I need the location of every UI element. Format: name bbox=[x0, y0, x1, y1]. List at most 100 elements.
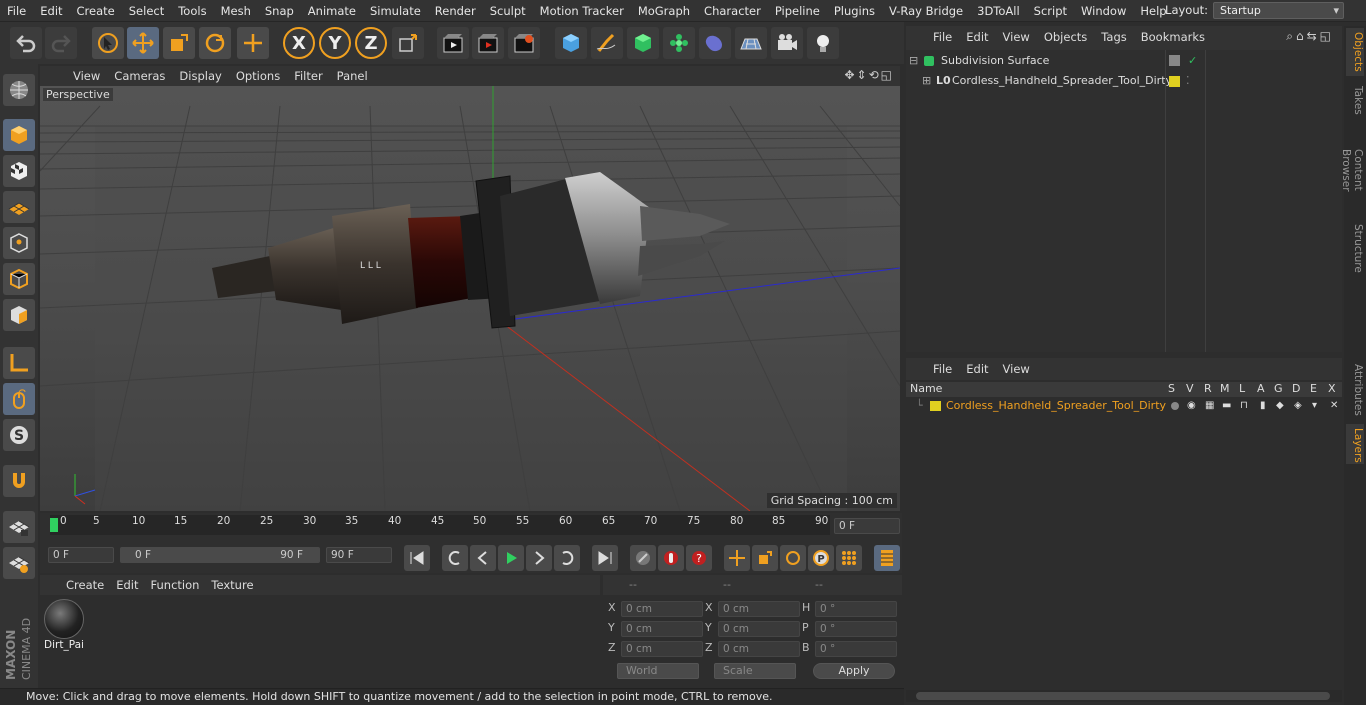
viewport-menu-display[interactable]: Display bbox=[172, 69, 228, 83]
object-row[interactable]: ⊟ Subdivision Surface ✓ bbox=[906, 52, 1342, 70]
redo-icon[interactable] bbox=[45, 27, 77, 59]
texture-mode-icon[interactable] bbox=[3, 155, 35, 187]
coord-scale-select[interactable]: Scale bbox=[714, 663, 796, 679]
menu-sculpt[interactable]: Sculpt bbox=[483, 4, 533, 18]
start-frame-field[interactable]: 0 F bbox=[48, 547, 114, 563]
timeline-window-icon[interactable] bbox=[874, 545, 900, 571]
key-parameter-icon[interactable]: P bbox=[808, 545, 834, 571]
rotate-tool-icon[interactable] bbox=[199, 27, 231, 59]
frame-range-slider[interactable]: 0 F 90 F bbox=[120, 547, 320, 563]
deformer-icon[interactable] bbox=[699, 27, 731, 59]
menu-select[interactable]: Select bbox=[122, 4, 171, 18]
expression-icon[interactable]: ▾ bbox=[1312, 398, 1317, 414]
next-keyframe-icon[interactable] bbox=[554, 545, 580, 571]
col-animation[interactable]: A bbox=[1257, 382, 1265, 395]
render-clapper-icon[interactable]: ▦ bbox=[1205, 398, 1214, 414]
render-picture-viewer-icon[interactable] bbox=[472, 27, 504, 59]
size-z-field[interactable]: 0 cm bbox=[718, 641, 800, 657]
object-menu-bookmarks[interactable]: Bookmarks bbox=[1134, 30, 1212, 44]
view-eye-icon[interactable]: ◉ bbox=[1187, 398, 1196, 414]
menu-script[interactable]: Script bbox=[1027, 4, 1074, 18]
material-menu-edit[interactable]: Edit bbox=[110, 578, 144, 592]
workplane-mode-icon[interactable] bbox=[3, 191, 35, 223]
col-locked[interactable]: L bbox=[1239, 382, 1245, 395]
layer-row[interactable]: └ Cordless_Handheld_Spreader_Tool_Dirty … bbox=[906, 398, 1342, 414]
floor-scene-icon[interactable] bbox=[735, 27, 767, 59]
coordinate-system-icon[interactable] bbox=[392, 27, 424, 59]
menu-motion-tracker[interactable]: Motion Tracker bbox=[533, 4, 631, 18]
layer-menu-view[interactable]: View bbox=[996, 362, 1037, 376]
material-menu-function[interactable]: Function bbox=[145, 578, 206, 592]
viewport-menu-view[interactable]: View bbox=[66, 69, 107, 83]
layout-select[interactable]: Startup bbox=[1213, 2, 1344, 19]
menu-edit[interactable]: Edit bbox=[33, 4, 69, 18]
axis-mode-icon[interactable] bbox=[3, 347, 35, 379]
position-z-field[interactable]: 0 cm bbox=[621, 641, 703, 657]
object-search-icon[interactable]: ⌕⌂⇆◱ bbox=[1286, 29, 1334, 44]
tab-layers[interactable]: Layers bbox=[1346, 424, 1364, 464]
coord-system-select[interactable]: World bbox=[617, 663, 699, 679]
menu-3dtoall[interactable]: 3DToAll bbox=[970, 4, 1027, 18]
tree-expand-icon[interactable]: ⊞ bbox=[922, 72, 931, 90]
col-xref[interactable]: X bbox=[1328, 382, 1336, 395]
live-selection-icon[interactable] bbox=[92, 27, 124, 59]
menu-plugins[interactable]: Plugins bbox=[827, 4, 882, 18]
animation-film-icon[interactable]: ▮ bbox=[1260, 398, 1266, 414]
edges-mode-icon[interactable] bbox=[3, 263, 35, 295]
size-y-field[interactable]: 0 cm bbox=[718, 621, 800, 637]
tweak-mode-icon[interactable] bbox=[3, 383, 35, 415]
apply-button[interactable]: Apply bbox=[813, 663, 895, 679]
workplane-snap-icon[interactable] bbox=[3, 547, 35, 579]
tab-content-browser[interactable]: Content Browser bbox=[1340, 124, 1364, 216]
menu-pipeline[interactable]: Pipeline bbox=[768, 4, 827, 18]
axis-z-button[interactable]: Z bbox=[355, 27, 387, 59]
object-name[interactable]: Subdivision Surface bbox=[941, 52, 1049, 70]
position-x-field[interactable]: 0 cm bbox=[621, 601, 703, 617]
rotation-p-field[interactable]: 0 ° bbox=[815, 621, 897, 637]
object-menu-objects[interactable]: Objects bbox=[1037, 30, 1094, 44]
workplane-lock-icon[interactable] bbox=[3, 511, 35, 543]
scrollbar-thumb[interactable] bbox=[916, 692, 1330, 700]
object-menu-tags[interactable]: Tags bbox=[1094, 30, 1133, 44]
viewport-menu-panel[interactable]: Panel bbox=[330, 69, 375, 83]
timeline-ruler[interactable]: 0 5 10 15 20 25 30 35 40 45 50 55 60 65 … bbox=[50, 515, 830, 535]
menu-mograph[interactable]: MoGraph bbox=[631, 4, 697, 18]
next-frame-icon[interactable] bbox=[526, 545, 552, 571]
menu-mesh[interactable]: Mesh bbox=[214, 4, 258, 18]
previous-keyframe-icon[interactable] bbox=[442, 545, 468, 571]
xref-icon[interactable]: ✕ bbox=[1330, 398, 1338, 414]
tab-attributes[interactable]: Attributes bbox=[1346, 360, 1364, 420]
spline-pen-icon[interactable] bbox=[591, 27, 623, 59]
visibility-dots-icon[interactable]: ⁚ bbox=[1186, 72, 1190, 90]
material-menu-texture[interactable]: Texture bbox=[205, 578, 259, 592]
col-deformers[interactable]: D bbox=[1292, 382, 1300, 395]
play-forward-icon[interactable] bbox=[498, 545, 524, 571]
tab-structure[interactable]: Structure bbox=[1346, 220, 1364, 274]
end-frame-field[interactable]: 90 F bbox=[326, 547, 392, 563]
rotation-b-field[interactable]: 0 ° bbox=[815, 641, 897, 657]
move-tool-icon[interactable] bbox=[127, 27, 159, 59]
object-menu-view[interactable]: View bbox=[996, 30, 1037, 44]
key-position-icon[interactable] bbox=[724, 545, 750, 571]
layer-menu-edit[interactable]: Edit bbox=[959, 362, 995, 376]
camera-icon[interactable] bbox=[771, 27, 803, 59]
menu-snap[interactable]: Snap bbox=[258, 4, 301, 18]
viewport-nav-icons[interactable]: ✥⇕⟲◱ bbox=[844, 68, 894, 82]
record-keys-icon[interactable] bbox=[630, 545, 656, 571]
key-pla-icon[interactable] bbox=[836, 545, 862, 571]
deformer-icon[interactable]: ◈ bbox=[1294, 398, 1302, 414]
object-row[interactable]: ⊞ L0 Cordless_Handheld_Spreader_Tool_Dir… bbox=[906, 72, 1342, 90]
rotation-h-field[interactable]: 0 ° bbox=[815, 601, 897, 617]
magnet-icon[interactable] bbox=[3, 465, 35, 497]
tab-objects[interactable]: Objects bbox=[1346, 28, 1364, 76]
menu-create[interactable]: Create bbox=[70, 4, 122, 18]
object-name[interactable]: Cordless_Handheld_Spreader_Tool_Dirty bbox=[952, 72, 1172, 90]
viewport-camera-label[interactable]: Perspective bbox=[43, 88, 113, 101]
model-mode-icon[interactable] bbox=[3, 119, 35, 151]
key-rotation-icon[interactable] bbox=[780, 545, 806, 571]
goto-end-icon[interactable] bbox=[592, 545, 618, 571]
viewport-menu-filter[interactable]: Filter bbox=[287, 69, 329, 83]
menu-animate[interactable]: Animate bbox=[301, 4, 363, 18]
layer-scrollbar[interactable] bbox=[906, 690, 1342, 702]
layer-color-icon[interactable] bbox=[930, 401, 941, 411]
